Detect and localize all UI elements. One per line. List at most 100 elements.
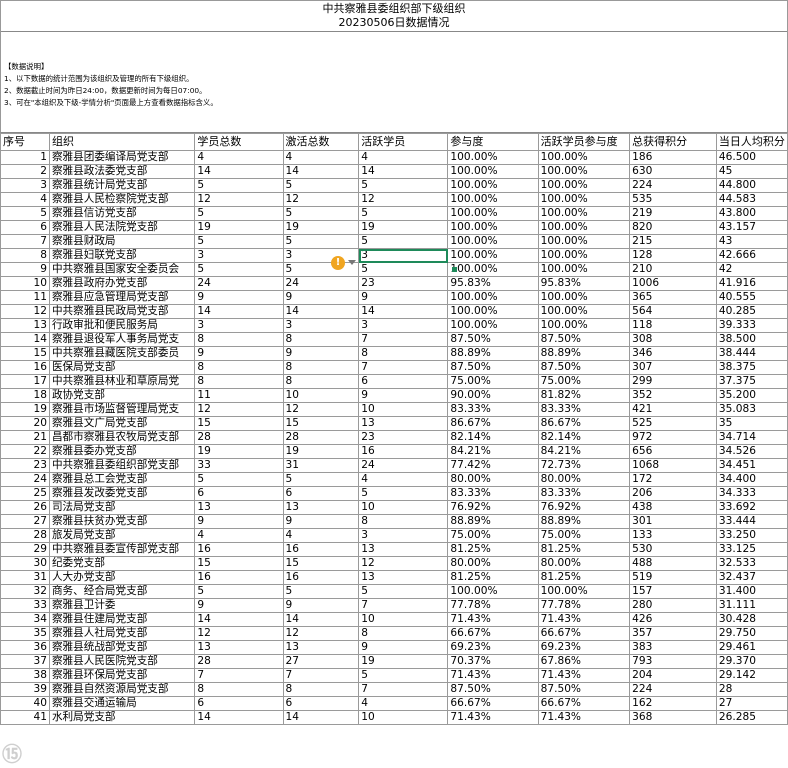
column-header[interactable]: 总获得积分 bbox=[629, 133, 717, 151]
table-cell[interactable]: 16 bbox=[282, 570, 360, 585]
table-cell[interactable]: 24 bbox=[194, 276, 284, 291]
table-cell[interactable]: 87.50% bbox=[447, 360, 539, 375]
table-cell[interactable]: 630 bbox=[629, 164, 717, 179]
table-cell[interactable]: 察雅县人民法院党支部 bbox=[48, 220, 196, 235]
table-cell[interactable]: 16 bbox=[358, 444, 449, 459]
table-cell[interactable]: 3 bbox=[358, 248, 449, 263]
table-cell[interactable]: 71.43% bbox=[537, 710, 631, 725]
table-cell[interactable]: 81.25% bbox=[537, 542, 631, 557]
table-cell[interactable]: 昌都市察雅县农牧局党支部 bbox=[48, 430, 196, 445]
table-cell[interactable]: 10 bbox=[358, 710, 449, 725]
chevron-down-icon[interactable] bbox=[348, 260, 356, 265]
table-cell[interactable]: 525 bbox=[629, 416, 717, 431]
table-cell[interactable]: 100.00% bbox=[447, 318, 539, 333]
table-cell[interactable]: 察雅县扶贫办党支部 bbox=[48, 514, 196, 529]
table-cell[interactable]: 280 bbox=[629, 598, 717, 613]
table-cell[interactable]: 87.50% bbox=[447, 682, 539, 697]
table-cell[interactable]: 32.437 bbox=[715, 570, 788, 585]
table-cell[interactable]: 40 bbox=[0, 696, 50, 711]
table-cell[interactable]: 19 bbox=[0, 402, 50, 417]
table-cell[interactable]: 12 bbox=[282, 192, 360, 207]
table-cell[interactable]: 9 bbox=[282, 290, 360, 305]
table-cell[interactable]: 15 bbox=[0, 346, 50, 361]
table-cell[interactable]: 365 bbox=[629, 290, 717, 305]
table-cell[interactable]: 488 bbox=[629, 556, 717, 571]
table-cell[interactable]: 1 bbox=[0, 150, 50, 165]
table-cell[interactable]: 87.50% bbox=[537, 360, 631, 375]
table-cell[interactable]: 793 bbox=[629, 654, 717, 669]
table-cell[interactable]: 66.67% bbox=[537, 696, 631, 711]
table-cell[interactable]: 100.00% bbox=[537, 318, 631, 333]
column-header[interactable]: 组织 bbox=[48, 133, 196, 151]
table-cell[interactable]: 7 bbox=[0, 234, 50, 249]
table-cell[interactable]: 44.583 bbox=[715, 192, 788, 207]
table-cell[interactable]: 21 bbox=[0, 430, 50, 445]
table-cell[interactable]: 19 bbox=[194, 444, 284, 459]
table-cell[interactable]: 34.333 bbox=[715, 486, 788, 501]
table-cell[interactable]: 39.333 bbox=[715, 318, 788, 333]
table-cell[interactable]: 9 bbox=[358, 290, 449, 305]
table-cell[interactable]: 80.00% bbox=[447, 472, 539, 487]
table-cell[interactable]: 88.89% bbox=[447, 346, 539, 361]
table-cell[interactable]: 38.375 bbox=[715, 360, 788, 375]
table-cell[interactable]: 8 bbox=[358, 626, 449, 641]
table-cell[interactable]: 67.86% bbox=[537, 654, 631, 669]
table-cell[interactable]: 16 bbox=[194, 542, 284, 557]
table-cell[interactable]: 12 bbox=[282, 626, 360, 641]
table-cell[interactable]: 3 bbox=[358, 318, 449, 333]
table-cell[interactable]: 1006 bbox=[629, 276, 717, 291]
table-cell[interactable]: 24 bbox=[0, 472, 50, 487]
table-cell[interactable]: 19 bbox=[282, 220, 360, 235]
table-cell[interactable]: 86.67% bbox=[447, 416, 539, 431]
table-cell[interactable]: 82.14% bbox=[447, 430, 539, 445]
table-cell[interactable]: 30.428 bbox=[715, 612, 788, 627]
table-cell[interactable]: 5 bbox=[358, 178, 449, 193]
table-cell[interactable]: 8 bbox=[0, 248, 50, 263]
table-cell[interactable]: 5 bbox=[194, 206, 284, 221]
table-cell[interactable]: 25 bbox=[0, 486, 50, 501]
table-cell[interactable]: 10 bbox=[0, 276, 50, 291]
table-cell[interactable]: 13 bbox=[358, 570, 449, 585]
table-cell[interactable]: 82.14% bbox=[537, 430, 631, 445]
table-cell[interactable]: 95.83% bbox=[537, 276, 631, 291]
table-cell[interactable]: 14 bbox=[194, 164, 284, 179]
table-cell[interactable]: 81.82% bbox=[537, 388, 631, 403]
table-cell[interactable]: 100.00% bbox=[537, 248, 631, 263]
table-cell[interactable]: 6 bbox=[282, 696, 360, 711]
table-cell[interactable]: 519 bbox=[629, 570, 717, 585]
table-cell[interactable]: 22 bbox=[0, 444, 50, 459]
table-cell[interactable]: 23 bbox=[0, 458, 50, 473]
column-header[interactable]: 活跃学员参与度 bbox=[537, 133, 631, 151]
table-cell[interactable]: 3 bbox=[0, 178, 50, 193]
table-cell[interactable]: 察雅县妇联党支部 bbox=[48, 248, 196, 263]
table-cell[interactable]: 察雅县环保局党支部 bbox=[48, 668, 196, 683]
table-cell[interactable]: 100.00% bbox=[447, 220, 539, 235]
table-cell[interactable]: 76.92% bbox=[537, 500, 631, 515]
table-cell[interactable]: 34.526 bbox=[715, 444, 788, 459]
table-cell[interactable]: 10 bbox=[358, 402, 449, 417]
table-cell[interactable]: 5 bbox=[358, 486, 449, 501]
table-cell[interactable]: 察雅县卫计委 bbox=[48, 598, 196, 613]
table-cell[interactable]: 71.43% bbox=[447, 668, 539, 683]
table-cell[interactable]: 9 bbox=[194, 346, 284, 361]
table-cell[interactable]: 35 bbox=[0, 626, 50, 641]
table-cell[interactable]: 76.92% bbox=[447, 500, 539, 515]
table-cell[interactable]: 察雅县政府办党支部 bbox=[48, 276, 196, 291]
table-cell[interactable]: 530 bbox=[629, 542, 717, 557]
table-cell[interactable]: 19 bbox=[358, 220, 449, 235]
table-cell[interactable]: 11 bbox=[0, 290, 50, 305]
table-cell[interactable]: 察雅县政法委党支部 bbox=[48, 164, 196, 179]
table-cell[interactable]: 3 bbox=[282, 318, 360, 333]
table-cell[interactable]: 28 bbox=[715, 682, 788, 697]
table-cell[interactable]: 医保局党支部 bbox=[48, 360, 196, 375]
table-cell[interactable]: 32 bbox=[0, 584, 50, 599]
table-cell[interactable]: 172 bbox=[629, 472, 717, 487]
column-header[interactable]: 学员总数 bbox=[194, 133, 284, 151]
table-cell[interactable]: 察雅县人社局党支部 bbox=[48, 626, 196, 641]
table-cell[interactable]: 7 bbox=[358, 332, 449, 347]
table-cell[interactable]: 纪委党支部 bbox=[48, 556, 196, 571]
table-cell[interactable]: 77.78% bbox=[537, 598, 631, 613]
table-cell[interactable]: 3 bbox=[194, 318, 284, 333]
table-cell[interactable]: 28 bbox=[0, 528, 50, 543]
table-cell[interactable]: 9 bbox=[358, 640, 449, 655]
